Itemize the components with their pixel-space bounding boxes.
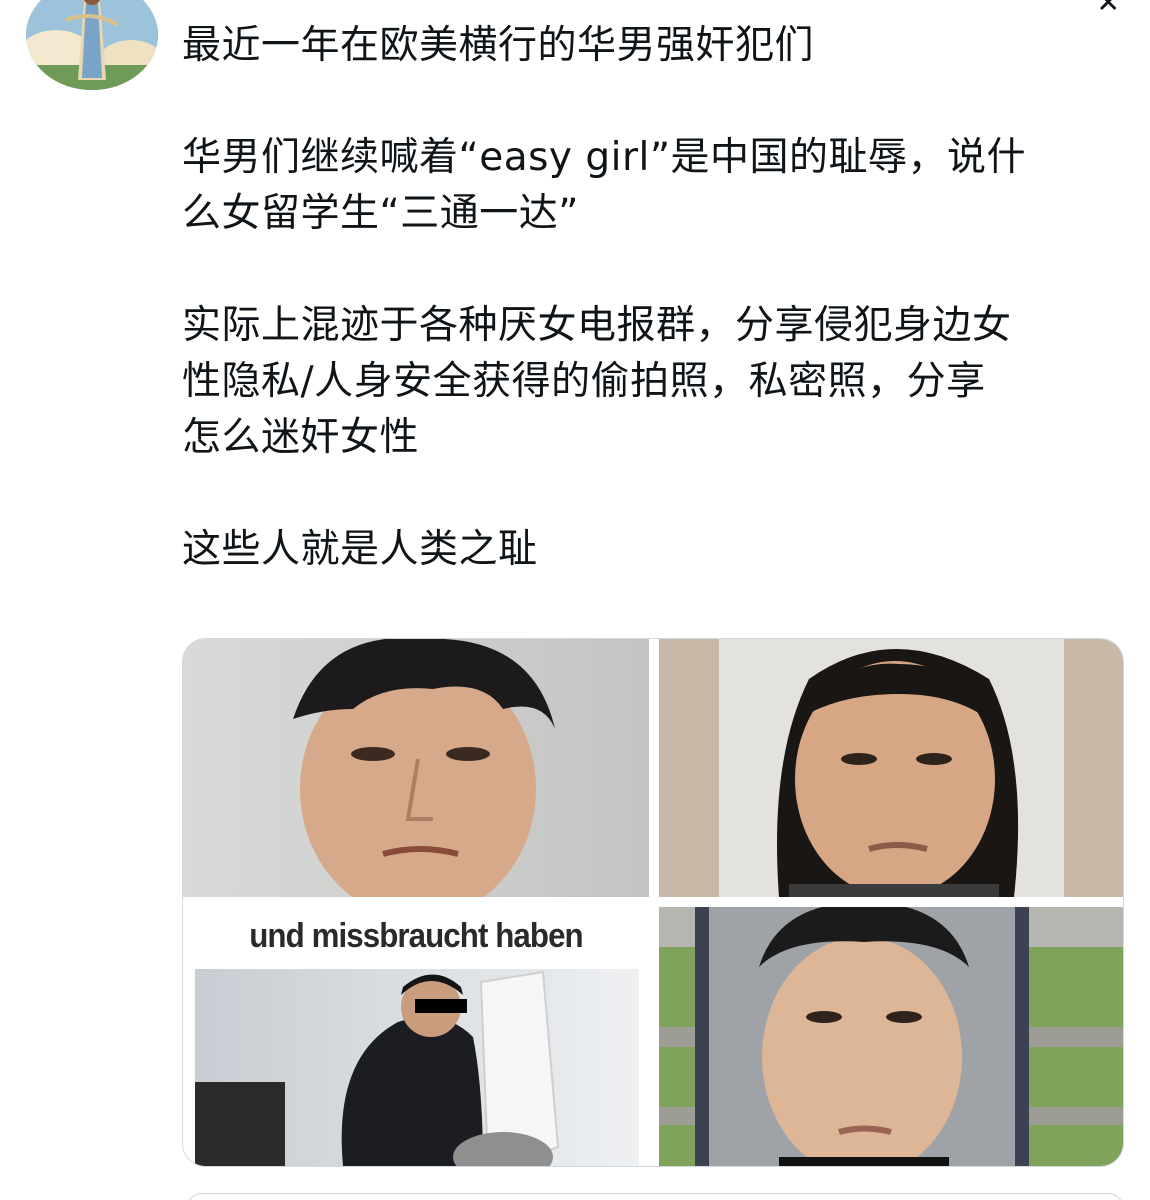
next-post-card[interactable] — [186, 1193, 1124, 1200]
media-grid: und missbraucht haben — [182, 638, 1124, 1167]
post-container: ✕ 最近一年在欧美横行的华男强奸犯们 华男们继续喊着“easy girl”是中国… — [0, 0, 1150, 1200]
mugshot-photo — [659, 639, 1123, 897]
post-paragraph: 实际上混迹于各种厌女电报群，分享侵犯身边女 性隐私/人身安全获得的偷拍照，私密照… — [182, 303, 1012, 460]
post-body: 最近一年在欧美横行的华男强奸犯们 华男们继续喊着“easy girl”是中国的耻… — [182, 18, 1122, 634]
close-icon[interactable]: ✕ — [1097, 0, 1120, 19]
media-image-2[interactable] — [659, 639, 1123, 897]
post-paragraph: 这些人就是人类之耻 — [182, 527, 538, 572]
media-image-3[interactable]: und missbraucht haben — [183, 907, 649, 1166]
media-image-4[interactable] — [659, 907, 1123, 1166]
post-paragraph: 最近一年在欧美横行的华男强奸犯们 — [182, 23, 815, 68]
avatar-illustration — [26, 0, 158, 90]
post-paragraph: 华男们继续喊着“easy girl”是中国的耻辱，说什 么女留学生“三通一达” — [182, 135, 1027, 236]
media-image-1[interactable] — [183, 639, 649, 897]
mugshot-photo — [659, 907, 1123, 1166]
avatar[interactable] — [26, 0, 158, 90]
mugshot-photo — [183, 639, 649, 897]
courtroom-photo — [195, 969, 639, 1166]
